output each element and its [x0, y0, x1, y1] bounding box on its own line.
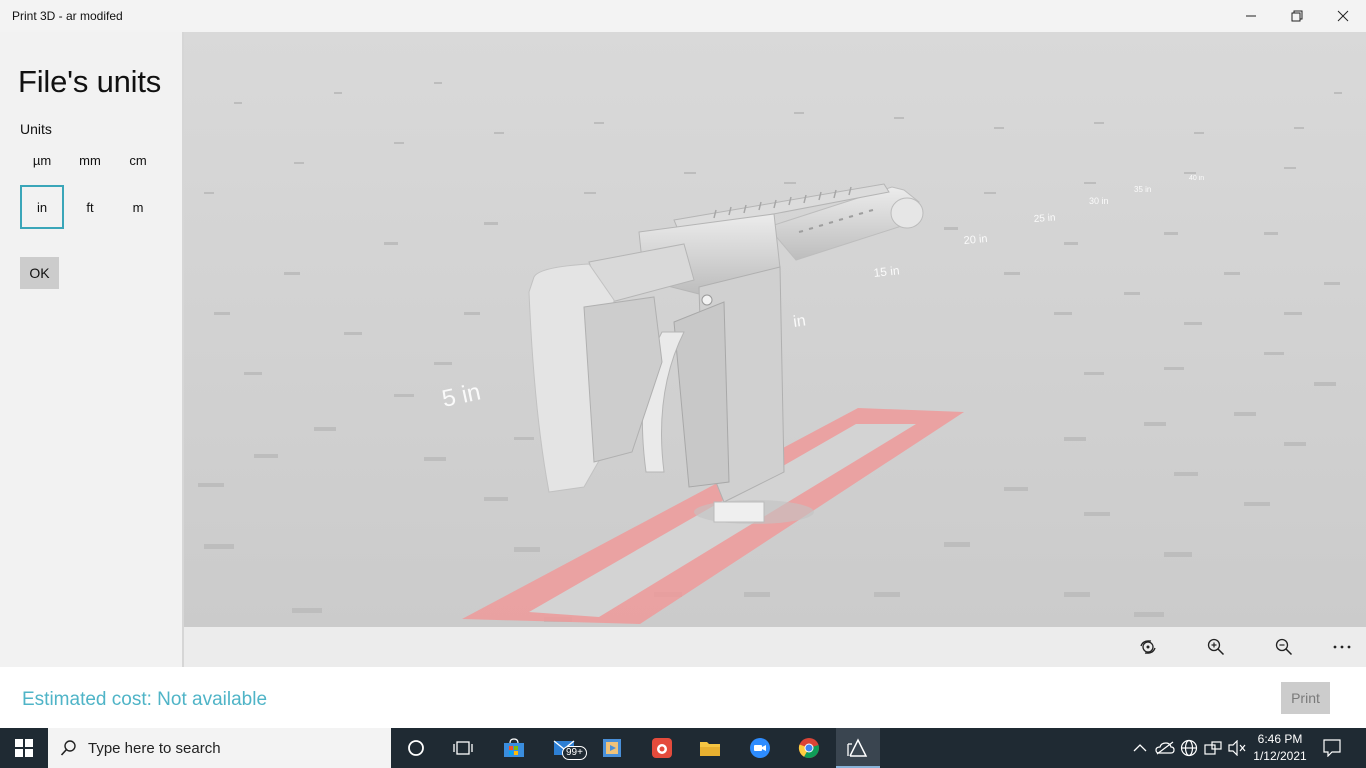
more-icon: [1333, 645, 1351, 649]
units-panel: File's units Units µm mm cm in ft m OK: [0, 32, 184, 667]
taskbar: Type here to search 6:46 PM 1/12/2021: [0, 728, 1366, 768]
cortana-button[interactable]: [396, 728, 436, 768]
start-button[interactable]: [0, 728, 48, 768]
panel-title: File's units: [18, 64, 162, 99]
volume-mute-icon: [1228, 740, 1246, 756]
show-hidden-icons-button[interactable]: [1130, 738, 1150, 758]
ok-button[interactable]: OK: [20, 257, 59, 289]
close-button[interactable]: [1320, 0, 1366, 32]
unit-ft-button[interactable]: ft: [68, 185, 112, 229]
file-explorer-icon: [700, 742, 720, 756]
notification-icon: [1323, 739, 1341, 757]
keyboard-icon: [1204, 741, 1222, 755]
store-icon: [504, 738, 524, 757]
restore-button[interactable]: [1274, 0, 1320, 32]
zoom-out-icon: [1275, 638, 1293, 656]
cortana-icon: [408, 740, 424, 756]
action-center-button[interactable]: [1322, 738, 1342, 758]
unit-m-button[interactable]: m: [116, 185, 160, 229]
search-icon: [60, 740, 76, 756]
onedrive-button[interactable]: [1155, 738, 1175, 758]
ruler-label-10: in: [792, 312, 807, 331]
zoom-in-icon: [1207, 638, 1225, 656]
zoom-out-button[interactable]: [1266, 631, 1302, 663]
chrome-app[interactable]: [789, 728, 829, 768]
zoom-app[interactable]: [740, 728, 780, 768]
camera-app-icon: [652, 738, 672, 758]
clock-date: 1/12/2021: [1253, 749, 1307, 763]
estimated-cost: Estimated cost: Not available: [22, 689, 268, 710]
ruler-label-35: 35 in: [1134, 185, 1151, 194]
volume-button[interactable]: [1227, 738, 1247, 758]
camera-reset-icon: [1140, 640, 1156, 654]
network-icon: [1180, 739, 1198, 757]
units-label: Units: [20, 121, 52, 137]
unit-in-button[interactable]: in: [20, 185, 64, 229]
taskbar-clock[interactable]: 6:46 PM 1/12/2021: [1252, 731, 1308, 765]
ruler-label-30: 30 in: [1089, 196, 1109, 206]
ruler-label-15: 15 in: [873, 263, 900, 280]
print3d-app[interactable]: [836, 728, 880, 768]
window-title: Print 3D - ar modifed: [12, 9, 123, 23]
ruler-label-20: 20 in: [963, 233, 988, 247]
task-view-button[interactable]: [443, 728, 483, 768]
clock-time: 6:46 PM: [1257, 732, 1303, 746]
print-button[interactable]: Print: [1281, 682, 1330, 714]
title-bar: Print 3D - ar modifed: [0, 0, 1366, 32]
ruler-label-25: 25 in: [1033, 213, 1055, 225]
scene: 5 in in 15 in 20 in 25 in 30 in 35 in 40…: [184, 32, 1366, 627]
mail-badge: 99+: [562, 746, 587, 760]
unit-mm-button[interactable]: mm: [68, 138, 112, 182]
footer-bar: Estimated cost: Not available Print: [0, 667, 1366, 728]
video-app[interactable]: [592, 728, 632, 768]
task-view-icon: [453, 741, 473, 755]
chrome-icon: [798, 738, 819, 759]
zoom-icon: [750, 738, 770, 758]
network-button[interactable]: [1179, 738, 1199, 758]
restore-icon: [1291, 10, 1303, 22]
minimize-icon: [1246, 15, 1256, 17]
more-button[interactable]: [1324, 631, 1360, 663]
input-indicator-button[interactable]: [1203, 738, 1223, 758]
print3d-icon: [847, 738, 868, 757]
onedrive-icon: [1155, 741, 1175, 755]
ruler-label-40: 40 in: [1189, 175, 1204, 182]
unit-cm-button[interactable]: cm: [116, 138, 160, 182]
store-app[interactable]: [494, 728, 534, 768]
close-icon: [1337, 10, 1349, 22]
minimize-button[interactable]: [1228, 0, 1274, 32]
view-toolbar: [184, 627, 1366, 667]
chevron-up-icon: [1133, 744, 1147, 752]
3d-viewport[interactable]: 5 in in 15 in 20 in 25 in 30 in 35 in 40…: [184, 32, 1366, 627]
unit-um-button[interactable]: µm: [20, 138, 64, 182]
file-explorer-app[interactable]: [690, 728, 730, 768]
camera-reset-button[interactable]: [1130, 631, 1166, 663]
search-placeholder: Type here to search: [88, 740, 221, 757]
taskbar-search-box[interactable]: Type here to search: [48, 728, 391, 768]
windows-icon: [15, 739, 33, 757]
zoom-in-button[interactable]: [1198, 631, 1234, 663]
camera-app[interactable]: [642, 728, 682, 768]
video-icon: [603, 739, 621, 757]
